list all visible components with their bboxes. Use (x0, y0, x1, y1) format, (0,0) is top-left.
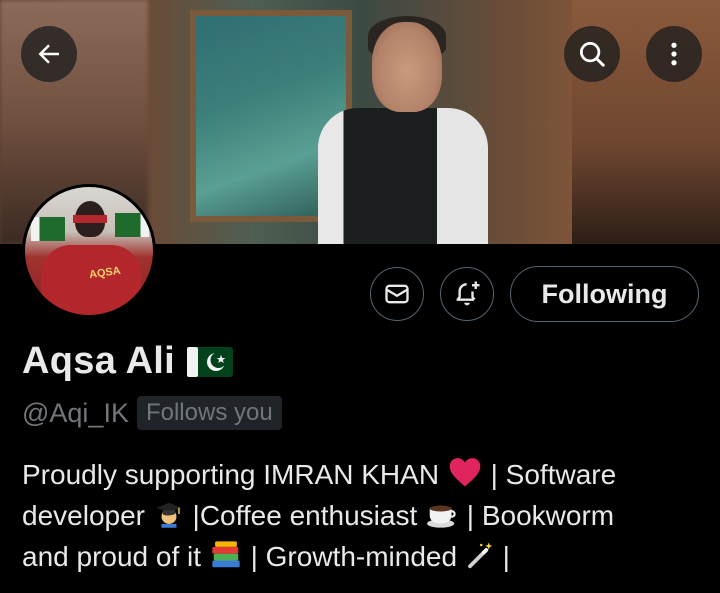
handle-row: @Aqi_IK Follows you (22, 396, 282, 430)
following-button[interactable]: Following (510, 266, 699, 322)
bio-text-segment: developer (22, 500, 145, 531)
coffee-cup-icon (427, 505, 456, 528)
display-name: Aqsa Ali (22, 340, 176, 382)
bio-text-segment: Proudly supporting IMRAN KHAN (22, 459, 440, 490)
bio-text-segment: | Software (490, 459, 617, 490)
profile-bio: Proudly supporting IMRAN KHAN | Software… (22, 454, 702, 577)
more-vertical-icon (671, 42, 677, 66)
search-button[interactable] (564, 26, 620, 82)
avatar-flag-left (31, 217, 65, 241)
profile-avatar[interactable]: AQSA (22, 184, 156, 318)
envelope-icon (385, 284, 409, 304)
bio-text-segment: | (502, 541, 510, 572)
books-icon (212, 541, 240, 568)
bio-text-segment: | Growth-minded (250, 541, 458, 572)
bio-text-segment: and proud of it (22, 541, 202, 572)
pakistan-flag-icon (187, 346, 234, 377)
banner-person-head (372, 22, 442, 112)
avatar-headband (73, 215, 107, 223)
search-icon (580, 42, 605, 67)
notify-button[interactable] (440, 267, 494, 321)
user-handle: @Aqi_IK (22, 397, 129, 428)
magic-wand-icon (467, 542, 493, 569)
back-button[interactable] (21, 26, 77, 82)
message-button[interactable] (370, 267, 424, 321)
more-options-button[interactable] (646, 26, 702, 82)
arrow-left-icon (38, 44, 59, 64)
graduate-emoji-icon (156, 502, 182, 528)
avatar-flag-right (115, 213, 149, 237)
name-row: Aqsa Ali (22, 340, 234, 383)
banner-person-body (318, 108, 488, 244)
bio-text-segment: | Bookworm (466, 500, 615, 531)
bio-text-segment: |Coffee enthusiast (192, 500, 418, 531)
follows-you-badge: Follows you (136, 396, 282, 430)
red-heart-icon (449, 458, 481, 487)
bell-plus-icon (456, 281, 480, 306)
